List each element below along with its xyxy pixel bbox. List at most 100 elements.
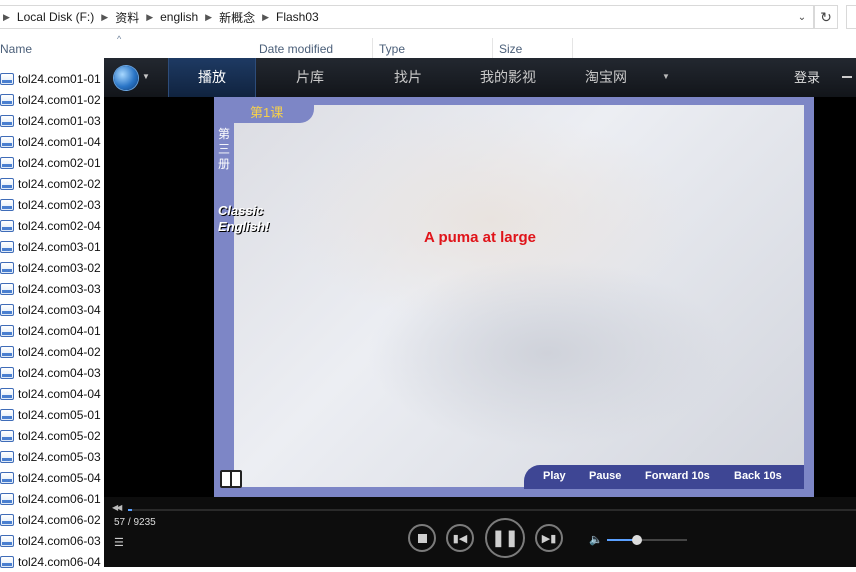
pause-button[interactable]: ❚❚ [485,518,525,558]
file-row[interactable]: tol24.com05-01 [0,404,104,425]
flash-file-icon [0,303,14,316]
file-row[interactable]: tol24.com02-04 [0,215,104,236]
file-row[interactable]: tol24.com04-03 [0,362,104,383]
file-name: tol24.com04-04 [18,386,101,401]
flash-file-icon [0,93,14,106]
stop-button[interactable] [408,524,436,552]
file-name: tol24.com01-04 [18,134,101,149]
refresh-button[interactable]: ↻ [814,5,838,29]
breadcrumb-item[interactable]: english [156,10,202,24]
file-row[interactable]: tol24.com01-01 [0,68,104,89]
flash-file-icon [0,282,14,295]
book-icon[interactable] [220,470,242,488]
file-list: tol24.com01-01 tol24.com01-02 tol24.com01-… [0,68,104,572]
file-row[interactable]: tol24.com06-01 [0,488,104,509]
file-row[interactable]: tol24.com01-04 [0,131,104,152]
file-row[interactable]: tol24.com01-03 [0,110,104,131]
menu-dropdown-icon[interactable]: ▼ [142,72,150,81]
flash-file-icon [0,450,14,463]
video-content[interactable] [234,105,804,487]
breadcrumb-separator-icon[interactable]: ▶ [0,12,13,23]
column-name[interactable]: Name [0,38,32,60]
player-logo-icon[interactable] [114,66,138,90]
file-name: tol24.com06-02 [18,512,101,527]
flash-file-icon [0,513,14,526]
column-size[interactable]: Size [499,38,522,60]
column-divider[interactable] [492,38,493,60]
next-button[interactable]: ▶▮ [535,524,563,552]
address-bar[interactable]: ▶ Local Disk (F:) ▶ 资料 ▶ english ▶ 新概念 ▶ Flash03 … [0,5,814,29]
breadcrumb-item[interactable]: 资料 [111,9,143,26]
volume-label-cn: 第三册 [218,127,231,171]
file-row[interactable]: tol24.com03-02 [0,257,104,278]
flash-pause-button[interactable]: Pause [589,470,621,482]
seek-bar[interactable] [128,509,856,511]
file-name: tol24.com01-01 [18,71,101,86]
column-divider[interactable] [372,38,373,60]
tab-play[interactable]: 播放 [168,58,256,97]
search-box[interactable] [846,5,856,29]
file-name: tol24.com02-03 [18,197,101,212]
file-row[interactable]: tol24.com06-04 [0,551,104,572]
tab-find[interactable]: 找片 [362,58,454,97]
playlist-icon[interactable]: ☰ [114,536,124,549]
breadcrumb-separator-icon[interactable]: ▶ [259,12,272,23]
breadcrumb-item[interactable]: Local Disk (F:) [13,10,98,24]
breadcrumb-item[interactable]: 新概念 [215,9,259,26]
file-row[interactable]: tol24.com02-01 [0,152,104,173]
column-type[interactable]: Type [379,38,405,60]
more-tabs-icon[interactable]: ▼ [662,72,670,81]
file-row[interactable]: tol24.com03-01 [0,236,104,257]
file-row[interactable]: tol24.com02-02 [0,173,104,194]
volume-handle[interactable] [632,535,642,545]
time-current: 57 [114,517,126,528]
file-row[interactable]: tol24.com06-03 [0,530,104,551]
file-name: tol24.com04-01 [18,323,101,338]
column-divider[interactable] [572,38,573,60]
next-icon: ▶▮ [541,532,557,545]
file-name: tol24.com03-04 [18,302,101,317]
file-row[interactable]: tol24.com05-04 [0,467,104,488]
flash-play-button[interactable]: Play [543,470,566,482]
breadcrumb: ▶ Local Disk (F:) ▶ 资料 ▶ english ▶ 新概念 ▶ Flash03 [0,6,323,28]
seek-progress [128,509,132,511]
file-name: tol24.com02-01 [18,155,101,170]
file-row[interactable]: tol24.com05-03 [0,446,104,467]
login-button[interactable]: 登录 [794,58,820,97]
column-date-modified[interactable]: Date modified [259,38,333,60]
file-row[interactable]: tol24.com04-04 [0,383,104,404]
file-name: tol24.com06-01 [18,491,101,506]
lesson-label: 第1课 [250,105,284,120]
file-name: tol24.com03-03 [18,281,101,296]
file-row[interactable]: tol24.com05-02 [0,425,104,446]
file-name: tol24.com05-04 [18,470,101,485]
file-name: tol24.com01-02 [18,92,101,107]
tab-taobao[interactable]: 淘宝网 [560,58,652,97]
file-row[interactable]: tol24.com03-04 [0,299,104,320]
flash-file-icon [0,156,14,169]
file-row[interactable]: tol24.com02-03 [0,194,104,215]
file-row[interactable]: tol24.com01-02 [0,89,104,110]
flash-back-button[interactable]: Back 10s [734,470,782,482]
file-row[interactable]: tol24.com06-02 [0,509,104,530]
minimize-icon[interactable] [842,76,852,78]
sort-ascending-icon: ^ [117,34,122,44]
breadcrumb-separator-icon[interactable]: ▶ [143,12,156,23]
file-row[interactable]: tol24.com04-02 [0,341,104,362]
tab-library[interactable]: 片库 [264,58,356,97]
flash-file-icon [0,534,14,547]
rewind-small-icon[interactable]: ◀◀ [112,503,122,512]
file-row[interactable]: tol24.com04-01 [0,320,104,341]
volume-icon[interactable]: 🔈 [589,533,603,546]
time-readout: 57 / 9235 [114,517,156,528]
address-dropdown-button[interactable]: ⌄ [791,6,813,28]
breadcrumb-separator-icon[interactable]: ▶ [98,12,111,23]
previous-button[interactable]: ▮◀ [446,524,474,552]
breadcrumb-item[interactable]: Flash03 [272,10,323,24]
file-row[interactable]: tol24.com03-03 [0,278,104,299]
breadcrumb-separator-icon[interactable]: ▶ [202,12,215,23]
flash-file-icon [0,408,14,421]
flash-forward-button[interactable]: Forward 10s [645,470,710,482]
file-name: tol24.com04-03 [18,365,101,380]
tab-my-videos[interactable]: 我的影视 [462,58,554,97]
